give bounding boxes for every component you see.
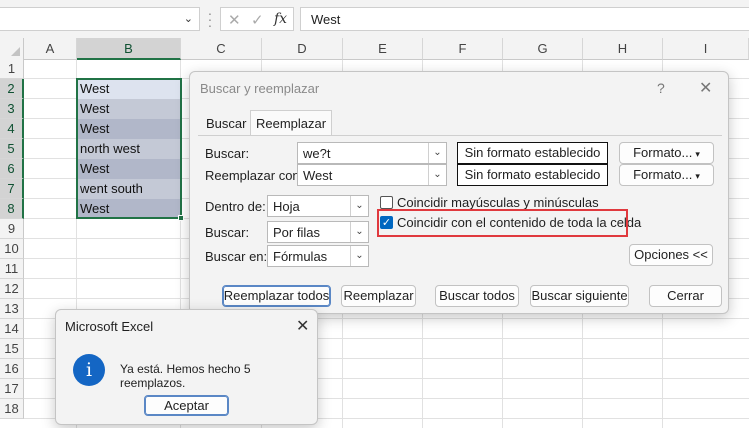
search-label: Buscar: <box>205 225 250 240</box>
find-format-label: Formato... <box>633 145 693 160</box>
chevron-down-icon[interactable]: ⌄ <box>350 196 368 216</box>
row-header-3[interactable]: 3 <box>0 99 24 119</box>
resize-handle-icon[interactable]: · · · <box>207 6 213 32</box>
formula-buttons: ✕ ✓ fx <box>220 7 294 31</box>
match-case-checkbox[interactable] <box>380 196 393 209</box>
column-header-c[interactable]: C <box>181 38 262 60</box>
column-header-e[interactable]: E <box>343 38 423 60</box>
row-header-7[interactable]: 7 <box>0 179 24 199</box>
dialog-title: Buscar y reemplazar <box>200 81 320 96</box>
row-header-14[interactable]: 14 <box>0 319 24 339</box>
find-format-button[interactable]: Formato... ▾ <box>619 142 714 164</box>
close-icon[interactable]: ✕ <box>296 316 309 336</box>
dropdown-arrow-icon: ▾ <box>695 149 700 159</box>
replace-format-button[interactable]: Formato... ▾ <box>619 164 714 186</box>
message-title: Microsoft Excel <box>65 319 154 334</box>
replace-label: Reemplazar con: <box>205 168 304 183</box>
message-box: Microsoft Excel ✕ i Ya está. Hemos hecho… <box>55 309 318 425</box>
close-button[interactable]: Cerrar <box>649 285 722 307</box>
chevron-down-icon[interactable]: ⌄ <box>428 143 446 163</box>
find-label: Buscar: <box>205 146 250 161</box>
selection-border <box>76 78 182 219</box>
column-header-g[interactable]: G <box>503 38 583 60</box>
column-header-a[interactable]: A <box>24 38 77 60</box>
lookin-select[interactable]: Fórmulas ⌄ <box>267 245 369 267</box>
match-case-label: Coincidir mayúsculas y minúsculas <box>397 195 599 210</box>
formula-input[interactable]: West <box>300 7 749 31</box>
info-icon: i <box>73 354 105 386</box>
search-select[interactable]: Por filas ⌄ <box>267 221 369 243</box>
close-icon[interactable]: ✕ <box>699 78 712 98</box>
name-box[interactable]: ⌄ <box>0 7 200 31</box>
chevron-down-icon[interactable]: ⌄ <box>350 222 368 242</box>
find-next-button[interactable]: Buscar siguiente <box>530 285 629 307</box>
find-value: we?t <box>303 146 331 161</box>
ok-button[interactable]: Aceptar <box>144 395 229 416</box>
chevron-down-icon[interactable]: ⌄ <box>350 246 368 266</box>
row-header-18[interactable]: 18 <box>0 399 24 419</box>
message-text: Ya está. Hemos hecho 5 reemplazos. <box>120 362 251 390</box>
column-header-b[interactable]: B <box>77 38 181 60</box>
replace-format-label: Formato... <box>633 167 693 182</box>
insert-function-icon[interactable]: fx <box>274 11 287 27</box>
row-header-1[interactable]: 1 <box>0 59 24 79</box>
lookin-label: Buscar en: <box>205 249 268 264</box>
find-replace-dialog: Buscar y reemplazar ? ✕ Buscar Reemplaza… <box>189 71 729 314</box>
replace-input[interactable]: West ⌄ <box>297 164 447 186</box>
row-header-8[interactable]: 8 <box>0 199 24 219</box>
cancel-icon[interactable]: ✕ <box>228 11 241 29</box>
tab-replace[interactable]: Reemplazar <box>250 110 333 136</box>
row-header-6[interactable]: 6 <box>0 159 24 179</box>
column-header-h[interactable]: H <box>583 38 663 60</box>
row-header-4[interactable]: 4 <box>0 119 24 139</box>
row-header-12[interactable]: 12 <box>0 279 24 299</box>
options-button[interactable]: Opciones << <box>629 244 713 266</box>
chevron-down-icon[interactable]: ⌄ <box>428 165 446 185</box>
row-header-16[interactable]: 16 <box>0 359 24 379</box>
row-header-10[interactable]: 10 <box>0 239 24 259</box>
row-header-17[interactable]: 17 <box>0 379 24 399</box>
replace-button[interactable]: Reemplazar <box>341 285 416 307</box>
within-label: Dentro de: <box>205 199 266 214</box>
row-header-9[interactable]: 9 <box>0 219 24 239</box>
replace-format-preview: Sin formato establecido <box>457 164 608 186</box>
formula-bar: ⌄ · · · ✕ ✓ fx West <box>0 0 749 38</box>
dropdown-arrow-icon: ▾ <box>695 171 700 181</box>
replace-value: West <box>303 168 333 183</box>
chevron-down-icon[interactable]: ⌄ <box>184 12 193 25</box>
search-value: Por filas <box>273 225 320 240</box>
row-header-11[interactable]: 11 <box>0 259 24 279</box>
replace-all-button[interactable]: Reemplazar todos <box>222 285 331 307</box>
lookin-value: Fórmulas <box>273 249 328 264</box>
select-all-corner[interactable] <box>0 38 24 60</box>
column-header-d[interactable]: D <box>262 38 343 60</box>
find-all-button[interactable]: Buscar todos <box>435 285 519 307</box>
row-header-15[interactable]: 15 <box>0 339 24 359</box>
help-icon[interactable]: ? <box>657 80 665 96</box>
fill-handle[interactable] <box>178 215 184 221</box>
find-input[interactable]: we?t ⌄ <box>297 142 447 164</box>
highlight-box <box>377 209 628 237</box>
column-header-i[interactable]: I <box>663 38 749 60</box>
tab-find[interactable]: Buscar <box>201 113 251 135</box>
row-header-2[interactable]: 2 <box>0 79 24 99</box>
enter-icon[interactable]: ✓ <box>251 11 264 29</box>
column-header-f[interactable]: F <box>423 38 503 60</box>
within-select[interactable]: Hoja ⌄ <box>267 195 369 217</box>
tab-divider <box>198 135 722 136</box>
row-header-13[interactable]: 13 <box>0 299 24 319</box>
find-format-preview: Sin formato establecido <box>457 142 608 164</box>
within-value: Hoja <box>273 199 300 214</box>
row-header-5[interactable]: 5 <box>0 139 24 159</box>
